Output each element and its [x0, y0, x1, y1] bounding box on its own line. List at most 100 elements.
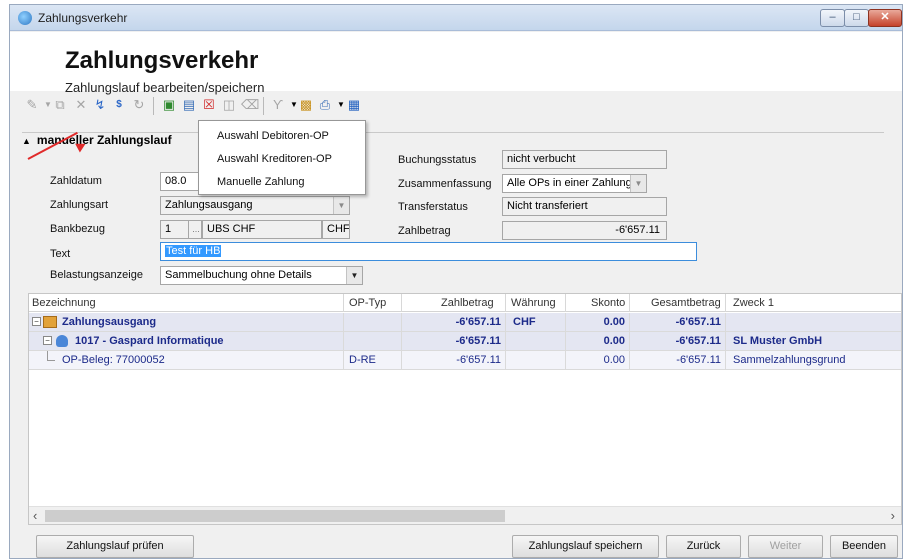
sfr-icon[interactable]: $: [111, 97, 127, 113]
cell-divider: [343, 313, 344, 332]
zahlungsart-label: Zahlungsart: [50, 199, 109, 211]
cell-divider: [565, 313, 566, 332]
column-separator: [565, 294, 566, 312]
collapse-tree-icon[interactable]: −: [32, 317, 41, 326]
bankbezug-label: Bankbezug: [50, 223, 106, 235]
row-waehrung: CHF: [513, 316, 536, 328]
lightning-icon[interactable]: ↯: [92, 97, 108, 113]
column-separator: [343, 294, 344, 312]
zusammenfassung-select[interactable]: Alle OPs in einer Zahlung ▼: [502, 174, 647, 193]
grid-header: Bezeichnung OP-Typ Zahlbetrag Währung Sk…: [29, 294, 901, 312]
cell-divider: [401, 351, 402, 370]
row-skonto: 0.00: [603, 316, 625, 328]
zahlungslauf-pruefen-button[interactable]: Zahlungslauf prüfen: [36, 535, 194, 558]
column-header-gesamtbetrag[interactable]: Gesamtbetrag: [651, 297, 721, 309]
preview-icon[interactable]: ◫: [221, 97, 237, 113]
zahlungslauf-speichern-button[interactable]: Zahlungslauf speichern: [512, 535, 659, 558]
group-title: manueller Zahlungslauf: [36, 133, 172, 147]
chevron-down-icon[interactable]: ▼: [333, 197, 349, 214]
eraser-icon[interactable]: ⌫: [241, 97, 259, 113]
row-op-typ: D-RE: [349, 354, 376, 366]
row-zahlbetrag: -6'657.11: [455, 316, 501, 328]
title-bar: Zahlungsverkehr – □ ✕: [10, 5, 902, 31]
wand-icon[interactable]: ✎: [24, 97, 40, 113]
column-header-zweck[interactable]: Zweck 1: [733, 297, 774, 309]
cell-divider: [725, 351, 726, 370]
close-button[interactable]: ✕: [868, 9, 902, 27]
scroll-left-icon[interactable]: ‹: [33, 508, 37, 523]
table-row[interactable]: − Zahlungsausgang -6'657.11 CHF 0.00 -6'…: [29, 313, 901, 332]
bankbezug-lookup-button[interactable]: ...: [188, 220, 202, 239]
horizontal-scrollbar[interactable]: ‹ ›: [29, 506, 901, 524]
collapse-tree-icon[interactable]: −: [43, 336, 52, 345]
maximize-button[interactable]: □: [844, 9, 869, 27]
row-zahlbetrag: -6'657.11: [456, 354, 501, 366]
column-header-zahlbetrag[interactable]: Zahlbetrag: [441, 297, 494, 309]
remove-document-icon[interactable]: ☒: [201, 97, 217, 113]
belastungsanzeige-label: Belastungsanzeige: [50, 269, 143, 281]
cell-divider: [401, 332, 402, 351]
column-separator: [401, 294, 402, 312]
zahlbetrag-label: Zahlbetrag: [398, 225, 451, 237]
cell-divider: [401, 313, 402, 332]
column-header-bezeichnung[interactable]: Bezeichnung: [32, 297, 96, 309]
refresh-icon[interactable]: ↻: [131, 97, 147, 113]
row-skonto: 0.00: [603, 354, 625, 366]
group-header[interactable]: ▲ manueller Zahlungslauf: [22, 133, 172, 147]
collapse-icon[interactable]: ▲: [22, 136, 31, 146]
cell-divider: [505, 351, 506, 370]
menu-item-auswahl-kreditoren[interactable]: Auswahl Kreditoren-OP: [217, 153, 332, 165]
belastungsanzeige-select[interactable]: Sammelbuchung ohne Details ▼: [160, 266, 363, 285]
row-gesamtbetrag: -6'657.11: [675, 316, 721, 328]
cell-divider: [505, 332, 506, 351]
scroll-thumb[interactable]: [45, 510, 505, 522]
column-header-op-typ[interactable]: OP-Typ: [349, 297, 386, 309]
transferstatus-field: Nicht transferiert: [502, 197, 667, 216]
text-input-value: Test für HB: [165, 245, 222, 257]
table-row[interactable]: OP-Beleg: 77000052 D-RE -6'657.11 0.00 -…: [29, 351, 901, 370]
column-header-skonto[interactable]: Skonto: [591, 297, 625, 309]
zusammenfassung-label: Zusammenfassung: [398, 178, 492, 190]
cell-divider: [343, 332, 344, 351]
zurueck-button[interactable]: Zurück: [666, 535, 741, 558]
table-row[interactable]: − 1017 - Gaspard Informatique -6'657.11 …: [29, 332, 901, 351]
menu-item-manuelle-zahlung[interactable]: Manuelle Zahlung: [217, 176, 304, 188]
belastungsanzeige-value: Sammelbuchung ohne Details: [165, 269, 312, 281]
delete-icon[interactable]: ✕: [73, 97, 89, 113]
page-subtitle: Zahlungslauf bearbeiten/speichern: [65, 80, 265, 95]
cell-divider: [629, 313, 630, 332]
app-icon: [18, 11, 32, 25]
export-icon[interactable]: ▩: [298, 97, 314, 113]
cell-divider: [565, 332, 566, 351]
zahlungsart-value: Zahlungsausgang: [165, 199, 253, 211]
buchungsstatus-field: nicht verbucht: [502, 150, 667, 169]
bankbezug-name-field: UBS CHF: [202, 220, 322, 239]
weiter-button[interactable]: Weiter: [748, 535, 823, 558]
window-title: Zahlungsverkehr: [38, 11, 128, 25]
zahlungsart-select[interactable]: Zahlungsausgang ▼: [160, 196, 350, 215]
chevron-down-icon[interactable]: ▼: [630, 175, 646, 192]
row-bezeichnung: OP-Beleg: 77000052: [62, 354, 165, 366]
add-document-icon[interactable]: ▣: [161, 97, 177, 113]
minimize-button[interactable]: –: [820, 9, 845, 27]
column-header-waehrung[interactable]: Währung: [511, 297, 556, 309]
beenden-button[interactable]: Beenden: [830, 535, 898, 558]
edit-document-icon[interactable]: ▤: [181, 97, 197, 113]
tree-connector: [47, 351, 55, 361]
bankbezug-currency-field: CHF: [322, 220, 350, 239]
zahlbetrag-field: -6'657.11: [502, 221, 667, 240]
menu-item-auswahl-debitoren[interactable]: Auswahl Debitoren-OP: [217, 130, 329, 142]
filter-icon[interactable]: ϒ: [270, 97, 286, 113]
book-icon[interactable]: ▦: [346, 97, 362, 113]
copy-icon[interactable]: ⧉: [52, 97, 68, 113]
header-panel: Zahlungsverkehr Zahlungslauf bearbeiten/…: [10, 32, 902, 95]
transferstatus-label: Transferstatus: [398, 201, 468, 213]
chevron-down-icon[interactable]: ▼: [346, 267, 362, 284]
app-window: Zahlungsverkehr – □ ✕ Zahlungsverkehr Za…: [9, 4, 903, 559]
print-icon[interactable]: ⎙: [317, 97, 333, 113]
text-input[interactable]: Test für HB: [160, 242, 697, 261]
scroll-right-icon[interactable]: ›: [891, 508, 895, 523]
cell-divider: [565, 351, 566, 370]
payment-grid: Bezeichnung OP-Typ Zahlbetrag Währung Sk…: [28, 293, 902, 525]
row-bezeichnung: Zahlungsausgang: [62, 316, 157, 328]
